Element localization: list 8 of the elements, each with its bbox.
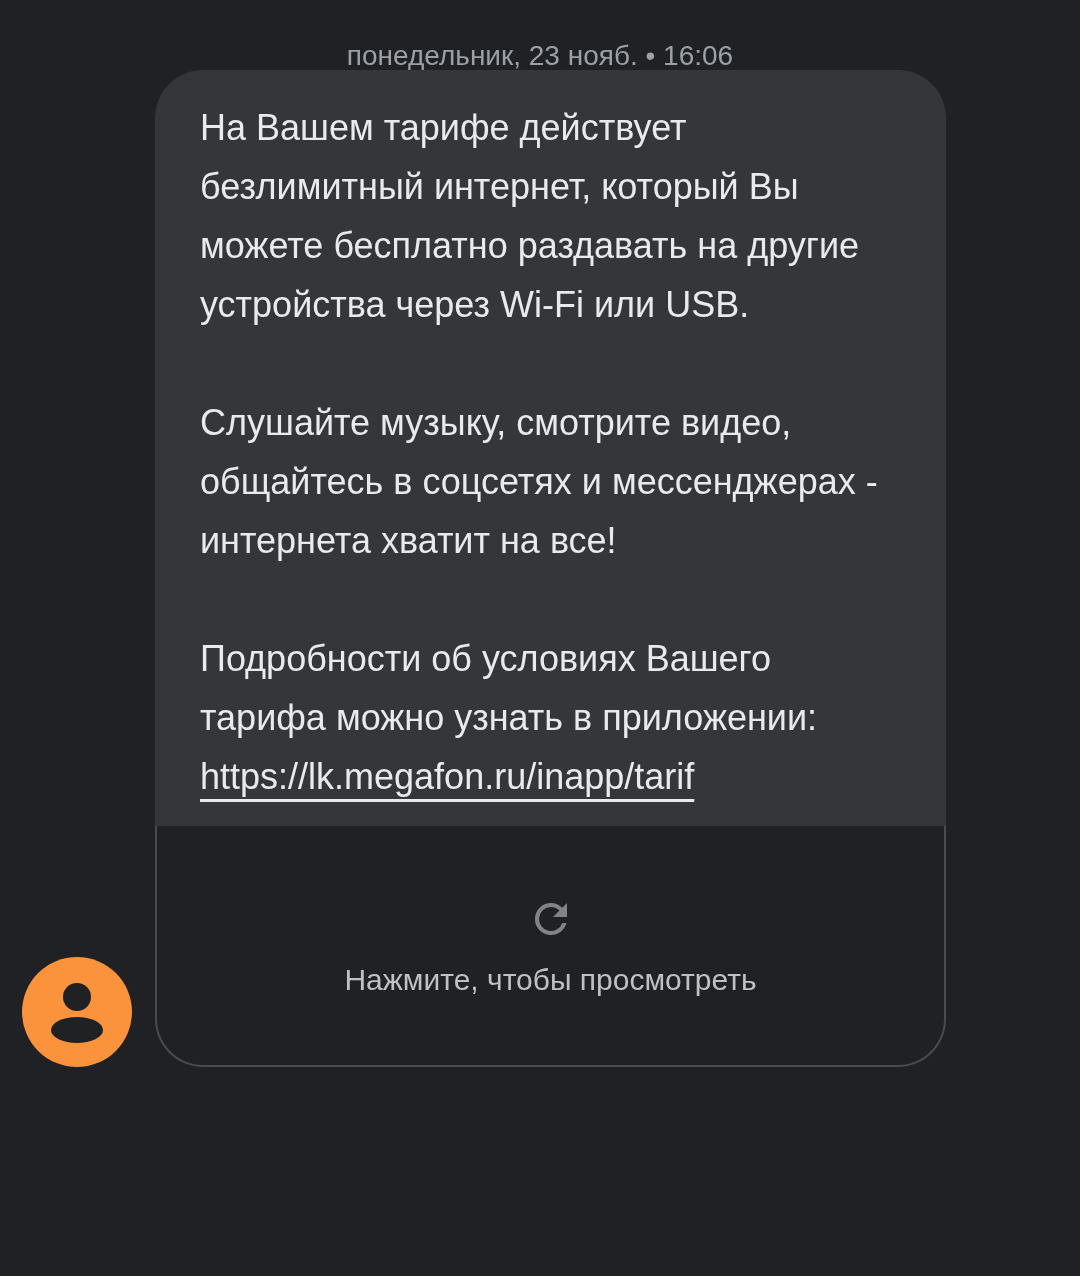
- attachment-placeholder[interactable]: Нажмите, чтобы просмотреть: [155, 826, 946, 1067]
- message-text: На Вашем тарифе действует безлимитный интернет, который Вы можете бесплатно раздавать на другие устройства через Wi-Fi или USB.: [200, 106, 861, 327]
- message-text: Подробности об условиях Вашего тарифа можно узнать в приложении: https://lk.megafon.ru/inapp/tarif: [200, 637, 819, 799]
- message-text: Слушайте музыку, смотрите видео, общайтесь в соцсетях и мессенджерах - интернета хватит на все!: [200, 401, 879, 563]
- message-timestamp: понедельник, 23 нояб. • 16:06: [345, 39, 735, 70]
- tap-to-view-label: Нажмите, чтобы просмотреть: [344, 962, 757, 997]
- contact-avatar-icon[interactable]: [22, 957, 132, 1067]
- message-link[interactable]: https://lk.megafon.ru/inapp/tarif: [200, 756, 695, 797]
